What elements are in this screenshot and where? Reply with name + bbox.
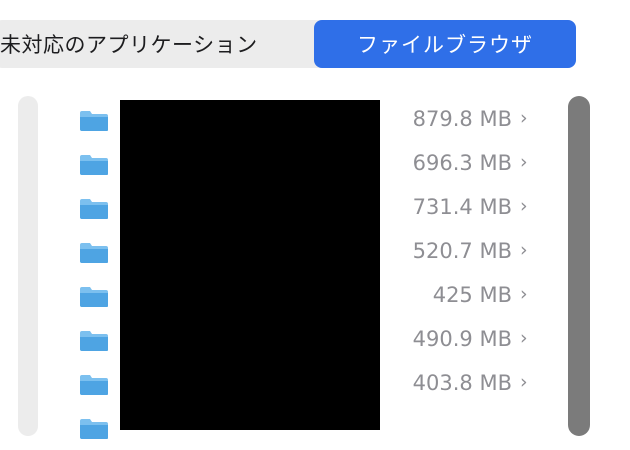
- tab-file-browser[interactable]: ファイルブラウザ: [314, 20, 576, 68]
- chevron-right-icon: ›: [520, 239, 528, 261]
- chevron-right-icon: ›: [520, 371, 528, 393]
- folder-size: 731.4 MB: [412, 195, 512, 219]
- chevron-right-icon: ›: [520, 327, 528, 349]
- folder-size: 490.9 MB: [412, 327, 512, 351]
- redacted-filenames: [120, 100, 380, 430]
- chevron-right-icon: ›: [520, 107, 528, 129]
- folder-icon: [80, 243, 108, 263]
- folder-size: 696.3 MB: [412, 151, 512, 175]
- chevron-right-icon: ›: [520, 195, 528, 217]
- folder-size: 520.7 MB: [412, 239, 512, 263]
- folder-icon: [80, 111, 108, 131]
- scrollbar-thumb[interactable]: [568, 96, 590, 436]
- folder-icon: [80, 375, 108, 395]
- folder-icon: [80, 199, 108, 219]
- folder-size: 425 MB: [432, 283, 512, 307]
- folder-size: 879.8 MB: [412, 107, 512, 131]
- chevron-right-icon: ›: [520, 283, 528, 305]
- folder-icon: [80, 287, 108, 307]
- chevron-right-icon: ›: [520, 151, 528, 173]
- folder-icon: [80, 331, 108, 351]
- folder-size: 403.8 MB: [412, 371, 512, 395]
- folder-icon: [80, 155, 108, 175]
- folder-icon: [80, 419, 108, 439]
- tab-unsupported-apps[interactable]: 未対応のアプリケーション: [0, 20, 258, 68]
